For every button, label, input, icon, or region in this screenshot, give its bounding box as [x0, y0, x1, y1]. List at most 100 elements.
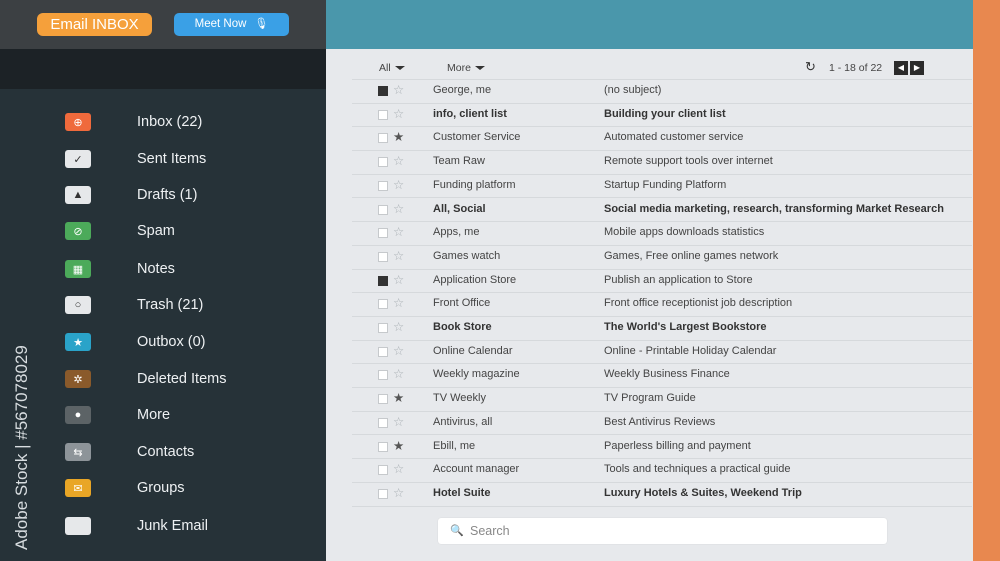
row-checkbox[interactable] — [378, 204, 388, 215]
star-icon[interactable]: ☆ — [393, 486, 404, 500]
chevron-right-icon[interactable]: ▶ — [910, 61, 924, 75]
email-row[interactable]: ☆ Account manager Tools and techniques a p… — [352, 459, 972, 483]
row-checkbox[interactable] — [378, 109, 388, 120]
row-checkbox[interactable] — [378, 323, 388, 333]
star-icon[interactable]: ☆ — [393, 154, 404, 168]
star-icon[interactable]: ☆ — [393, 296, 404, 310]
envelope-icon: ✉ — [65, 479, 91, 497]
email-subject: TV Program Guide — [604, 392, 696, 405]
star-icon[interactable]: ★ — [393, 439, 404, 453]
email-subject: Best Antivirus Reviews — [604, 415, 716, 428]
right-accent-strip — [973, 0, 1000, 561]
email-subject: Luxury Hotels & Suites, Weekend Trip — [604, 486, 802, 499]
email-sender: Online Calendar — [433, 344, 513, 357]
sidebar-item-junk-email[interactable]: Junk Email — [0, 508, 326, 544]
email-sender: info, client list — [433, 107, 507, 120]
sidebar-item-deleted-items[interactable]: ✲ Deleted Items — [0, 361, 326, 397]
email-row[interactable]: ☆ Games watch Games, Free online games net… — [352, 246, 972, 270]
meet-now-button[interactable]: Meet Now 🎙 — [174, 13, 289, 36]
row-checkbox[interactable] — [378, 86, 388, 96]
sidebar: Email INBOX Meet Now 🎙 ⊕ Inbox (22) ✓ Sent I… — [0, 0, 326, 561]
email-row[interactable]: ☆ Antivirus, all Best Antivirus Reviews — [352, 412, 972, 436]
email-row[interactable]: ☆ Funding platform Startup Funding Platfor… — [352, 175, 972, 199]
star-icon[interactable]: ☆ — [393, 178, 404, 192]
email-subject: (no subject) — [604, 84, 662, 96]
sidebar-item-inbox[interactable]: ⊕ Inbox (22) — [0, 104, 326, 140]
row-checkbox[interactable] — [378, 394, 388, 405]
sidebar-item-label: Deleted Items — [137, 371, 227, 387]
sidebar-item-groups[interactable]: ✉ Groups — [0, 470, 326, 506]
chevron-left-icon[interactable]: ◀ — [894, 61, 908, 75]
sidebar-item-spam[interactable]: ⊘ Spam — [0, 213, 326, 249]
email-row[interactable]: ☆ Front Office Front office receptionist j… — [352, 293, 972, 317]
star-icon[interactable]: ★ — [393, 130, 404, 144]
row-checkbox[interactable] — [378, 157, 388, 168]
sidebar-item-outbox[interactable]: ★ Outbox (0) — [0, 324, 326, 360]
email-row[interactable]: ☆ All, Social Social media marketing, rese… — [352, 199, 972, 223]
bell-icon: ▲ — [65, 186, 91, 204]
star-icon[interactable]: ☆ — [393, 415, 404, 429]
email-subject: Automated customer service — [604, 131, 744, 144]
refresh-icon[interactable]: ↻ — [805, 60, 816, 74]
row-checkbox[interactable] — [378, 346, 388, 357]
email-sender: All, Social — [433, 202, 486, 215]
sidebar-item-label: Inbox (22) — [137, 114, 203, 130]
sidebar-item-drafts[interactable]: ▲ Drafts (1) — [0, 177, 326, 213]
row-checkbox[interactable] — [378, 465, 388, 476]
sidebar-item-trash[interactable]: ○ Trash (21) — [0, 287, 326, 323]
row-checkbox[interactable] — [378, 133, 388, 144]
email-subject: Weekly Business Finance — [604, 368, 730, 381]
star-icon[interactable]: ★ — [393, 391, 404, 405]
star-icon[interactable]: ☆ — [393, 83, 404, 97]
row-checkbox[interactable] — [378, 180, 388, 191]
sidebar-item-sent-items[interactable]: ✓ Sent Items — [0, 141, 326, 177]
email-row[interactable]: ★ Ebill, me Paperless billing and payment — [352, 436, 972, 460]
star-icon[interactable]: ☆ — [393, 344, 404, 358]
email-sender: Account manager — [433, 463, 520, 476]
email-row[interactable]: ☆ Book Store The World's Largest Bookstore — [352, 317, 972, 341]
email-row[interactable]: ★ TV Weekly TV Program Guide — [352, 388, 972, 412]
more-actions-dropdown[interactable]: More — [447, 62, 485, 74]
row-checkbox[interactable] — [378, 299, 388, 310]
email-row[interactable]: ☆ info, client list Building your client l… — [352, 104, 972, 128]
star-icon[interactable]: ☆ — [393, 462, 404, 476]
page-count: 1 - 18 of 22 — [829, 62, 883, 74]
email-subject: Remote support tools over internet — [604, 155, 773, 168]
star-icon[interactable]: ☆ — [393, 367, 404, 381]
sidebar-item-more[interactable]: ● More — [0, 397, 326, 433]
email-sender: Front Office — [433, 297, 491, 310]
email-row[interactable]: ★ Customer Service Automated customer serv… — [352, 127, 972, 152]
row-checkbox[interactable] — [378, 417, 388, 428]
sidebar-item-label: Contacts — [137, 444, 195, 460]
row-checkbox[interactable] — [378, 488, 388, 499]
people-icon: ● — [65, 406, 91, 424]
sidebar-item-contacts[interactable]: ⇆ Contacts — [0, 434, 326, 470]
sidebar-item-label: Junk Email — [137, 518, 208, 534]
email-sender: Funding platform — [433, 178, 516, 191]
row-checkbox[interactable] — [378, 441, 388, 452]
star-icon[interactable]: ☆ — [393, 273, 404, 287]
row-checkbox[interactable] — [378, 228, 388, 239]
row-checkbox[interactable] — [378, 251, 388, 262]
row-checkbox[interactable] — [378, 370, 388, 381]
email-row[interactable]: ☆ George, me (no subject) — [352, 80, 972, 104]
sidebar-item-notes[interactable]: ▦ Notes — [0, 251, 326, 287]
email-row[interactable]: ☆ Hotel Suite Luxury Hotels & Suites, Week… — [352, 483, 972, 507]
row-checkbox[interactable] — [378, 275, 388, 286]
search-input[interactable] — [470, 521, 870, 541]
email-row[interactable]: ☆ Apps, me Mobile apps downloads statistic… — [352, 222, 972, 246]
email-row[interactable]: ☆ Online Calendar Online - Printable Holid… — [352, 341, 972, 365]
star-icon[interactable]: ☆ — [393, 320, 404, 334]
arrows-icon: ⇆ — [65, 443, 91, 461]
email-sender: Apps, me — [433, 226, 480, 239]
star-icon[interactable]: ☆ — [393, 249, 404, 263]
email-row[interactable]: ☆ Weekly magazine Weekly Business Finance — [352, 364, 972, 389]
star-icon[interactable]: ☆ — [393, 107, 404, 121]
sidebar-divider-band — [0, 49, 326, 89]
star-icon[interactable]: ☆ — [393, 225, 404, 239]
email-row[interactable]: ☆ Application Store Publish an application… — [352, 270, 972, 294]
email-row[interactable]: ☆ Team Raw Remote support tools over inter… — [352, 151, 972, 175]
select-all-dropdown[interactable]: All — [379, 62, 405, 74]
stock-id-text: Adobe Stock | #567078029 — [12, 345, 31, 550]
star-icon[interactable]: ☆ — [393, 202, 404, 216]
